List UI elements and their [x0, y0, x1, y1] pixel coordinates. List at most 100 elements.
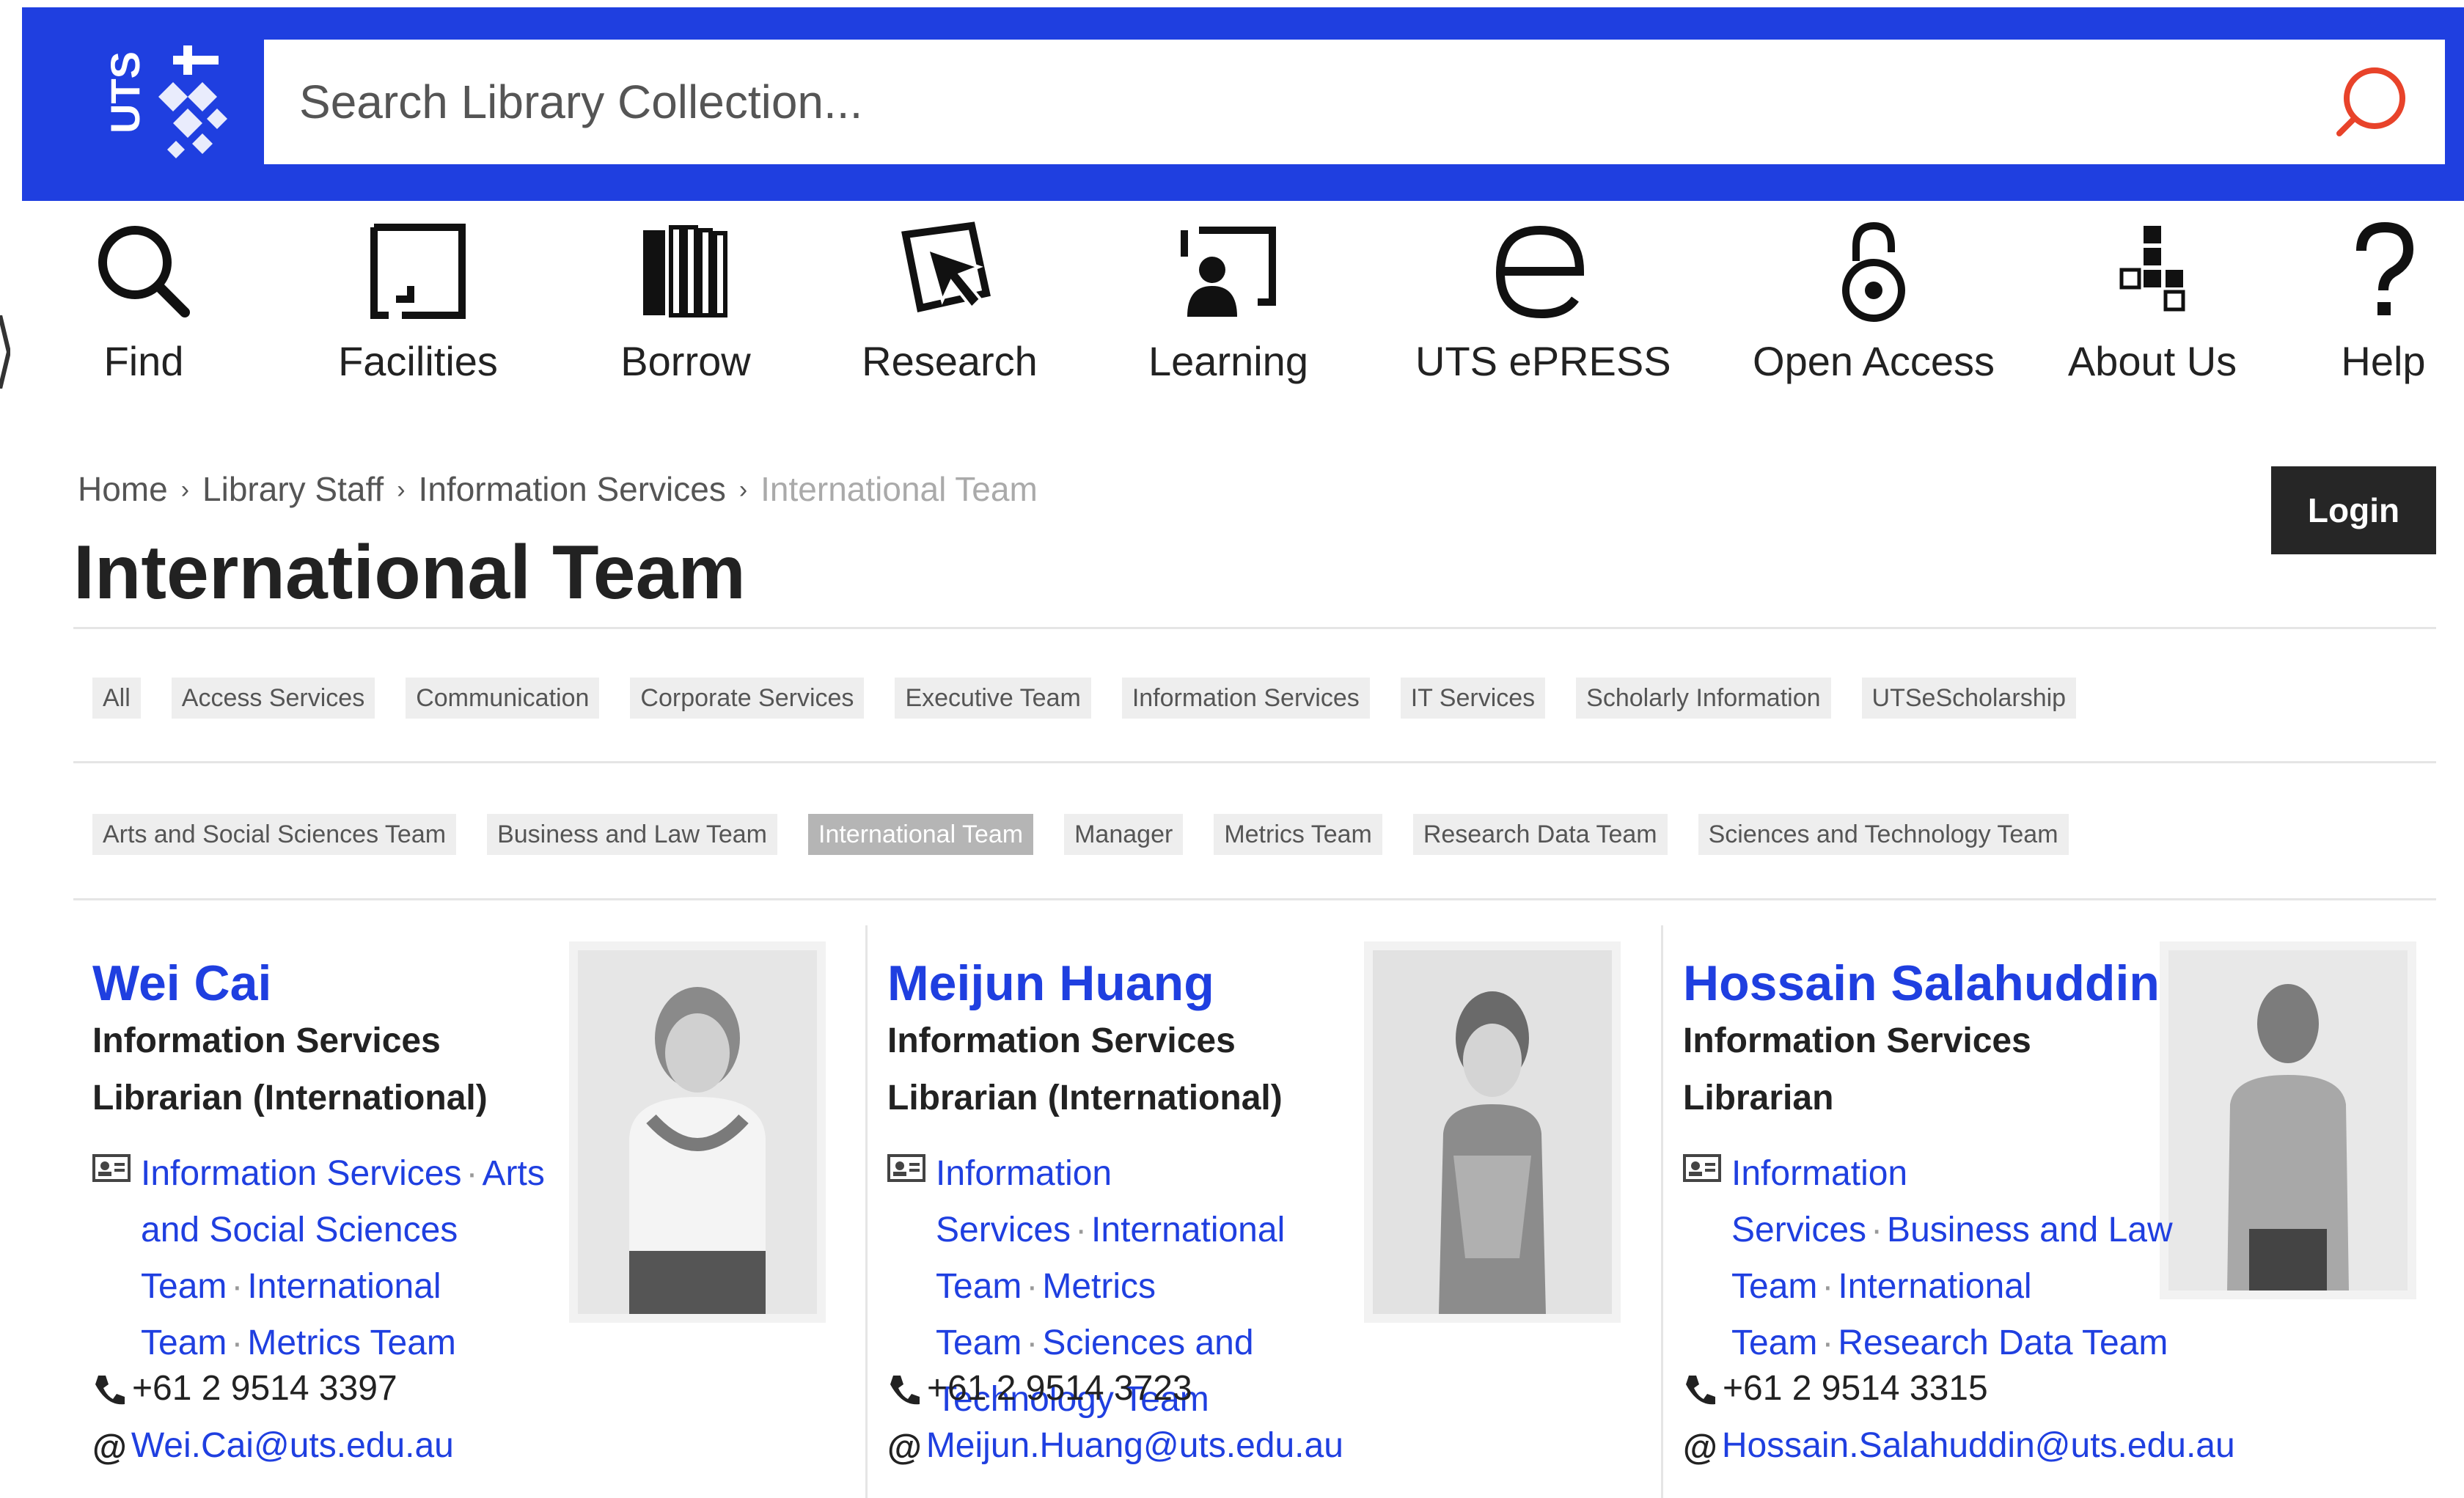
nav-label: Borrow	[620, 338, 751, 384]
page-title: International Team	[73, 530, 746, 615]
filter-tag[interactable]: Communication	[406, 678, 600, 719]
person-photo-icon	[578, 950, 817, 1314]
filter-tag[interactable]: Business and Law Team	[487, 814, 777, 855]
staff-phone: +61 2 9514 3397	[92, 1368, 397, 1409]
team-link[interactable]: Research Data Team	[1838, 1323, 2168, 1362]
staff-phone: +61 2 9514 3315	[1683, 1368, 1988, 1409]
chevron-right-icon: ›	[397, 476, 406, 504]
breadcrumb-home[interactable]: Home	[78, 470, 168, 508]
nav-item-find[interactable]: Find	[70, 220, 217, 396]
uts-logo[interactable]: UTS	[103, 38, 235, 170]
nav-label: Learning	[1148, 338, 1308, 384]
nav-item-help[interactable]: Help	[2325, 220, 2442, 396]
staff-photo	[2160, 941, 2416, 1299]
staff-name-link[interactable]: Hossain Salahuddin	[1683, 955, 2160, 1012]
phone-number: +61 2 9514 3315	[1723, 1369, 1988, 1408]
staff-role: Librarian	[1683, 1079, 1834, 1117]
nav-item-open-access[interactable]: Open Access	[1742, 220, 2006, 396]
staff-email: @ Hossain.Salahuddin@uts.edu.au	[1683, 1425, 2235, 1468]
filter-tag[interactable]: All	[92, 678, 141, 719]
person-photo-icon	[1373, 950, 1612, 1314]
teams-list: Information Services · Business and Law Te…	[1731, 1154, 2173, 1362]
staff-photo	[569, 941, 826, 1323]
email-link[interactable]: Meijun.Huang@uts.edu.au	[926, 1426, 1343, 1465]
site-header: UTS	[22, 7, 2464, 201]
staff-teams: Information Services · Business and Law Te…	[1683, 1145, 2196, 1371]
filter-row-teams: Arts and Social Sciences Team Business a…	[92, 814, 2069, 855]
filter-tag[interactable]: Executive Team	[895, 678, 1091, 719]
staff-name-link[interactable]: Meijun Huang	[887, 955, 1214, 1012]
at-icon: @	[92, 1428, 127, 1467]
staff-role: Librarian (International)	[887, 1079, 1283, 1117]
filter-row-departments: All Access Services Communication Corpor…	[92, 678, 2077, 719]
facilities-icon	[370, 224, 466, 319]
books-icon	[643, 225, 727, 317]
nav-label: UTS ePRESS	[1415, 338, 1671, 384]
search-input[interactable]	[299, 40, 2279, 164]
question-icon	[2356, 221, 2414, 315]
breadcrumb: Home › Library Staff › Information Services ›…	[78, 469, 1038, 509]
filter-tag[interactable]: Corporate Services	[630, 678, 865, 719]
staff-department: Information Services	[92, 1021, 441, 1060]
filter-tag[interactable]: Scholarly Information	[1576, 678, 1831, 719]
id-card-icon	[1683, 1154, 1721, 1182]
staff-role: Librarian (International)	[92, 1079, 488, 1117]
filter-tag-active[interactable]: International Team	[808, 814, 1034, 855]
nav-item-about-us[interactable]: About Us	[2061, 220, 2244, 396]
filter-tag[interactable]: Information Services	[1121, 678, 1370, 719]
filter-tag[interactable]: Arts and Social Sciences Team	[92, 814, 457, 855]
nav-item-learning[interactable]: Learning	[1129, 220, 1327, 396]
filter-tag[interactable]: Access Services	[171, 678, 375, 719]
id-card-icon	[887, 1154, 925, 1182]
phone-number: +61 2 9514 3723	[927, 1369, 1192, 1408]
divider	[73, 898, 2436, 900]
staff-name-link[interactable]: Wei Cai	[92, 955, 271, 1012]
divider	[73, 761, 2436, 763]
team-link[interactable]: Metrics Team	[247, 1323, 456, 1362]
teams-list: Information Services · Arts and Social Sci…	[141, 1154, 545, 1362]
filter-tag[interactable]: IT Services	[1400, 678, 1546, 719]
nav-label: Find	[103, 338, 184, 384]
breadcrumb-library-staff[interactable]: Library Staff	[202, 470, 384, 508]
email-link[interactable]: Hossain.Salahuddin@uts.edu.au	[1722, 1426, 2235, 1465]
staff-card: Hossain Salahuddin Information Services …	[1683, 925, 2449, 1498]
nav-item-borrow[interactable]: Borrow	[601, 220, 770, 396]
email-link[interactable]: Wei.Cai@uts.edu.au	[131, 1426, 454, 1465]
filter-tag[interactable]: Metrics Team	[1214, 814, 1382, 855]
nav-item-facilities[interactable]: Facilities	[315, 220, 521, 396]
nav-label: Open Access	[1753, 338, 1995, 384]
nav-item-epress[interactable]: UTS ePRESS	[1415, 220, 1671, 396]
staff-teams: Information Services · Arts and Social Sci…	[92, 1145, 606, 1371]
filter-tag[interactable]: UTSeScholarship	[1861, 678, 2077, 719]
team-link[interactable]: Information Services	[141, 1154, 462, 1193]
breadcrumb-information-services[interactable]: Information Services	[419, 470, 726, 508]
person-photo-icon	[2168, 950, 2408, 1290]
breadcrumb-current: International Team	[760, 470, 1038, 508]
staff-department: Information Services	[887, 1021, 1236, 1060]
staff-card: Wei Cai Information Services Librarian (…	[92, 925, 859, 1498]
filter-tag[interactable]: Research Data Team	[1412, 814, 1668, 855]
phone-icon	[95, 1376, 125, 1405]
login-button[interactable]: Login	[2271, 466, 2436, 554]
staff-email: @ Meijun.Huang@uts.edu.au	[887, 1425, 1343, 1468]
nav-item-research[interactable]: Research	[843, 220, 1056, 396]
filter-tag[interactable]: Sciences and Technology Team	[1698, 814, 2069, 855]
nav-label: Research	[862, 338, 1038, 384]
card-divider	[865, 925, 868, 1498]
epress-icon	[1495, 225, 1585, 319]
staff-phone: +61 2 9514 3723	[887, 1368, 1192, 1409]
id-card-icon	[92, 1154, 131, 1182]
filter-tag[interactable]: Manager	[1064, 814, 1184, 855]
card-divider	[1661, 925, 1663, 1498]
search-box	[264, 40, 2445, 164]
nav-label: Help	[2341, 338, 2426, 384]
nav-label: About Us	[2067, 338, 2237, 384]
search-icon[interactable]	[2332, 62, 2413, 142]
about-icon	[2119, 226, 2185, 312]
nav-label: Facilities	[338, 338, 498, 384]
magnifier-icon	[98, 226, 190, 317]
research-icon	[901, 221, 991, 312]
main-nav: Find Facilities Borrow Research Learning…	[0, 220, 2464, 396]
phone-icon	[1686, 1376, 1715, 1405]
learning-icon	[1181, 227, 1276, 317]
